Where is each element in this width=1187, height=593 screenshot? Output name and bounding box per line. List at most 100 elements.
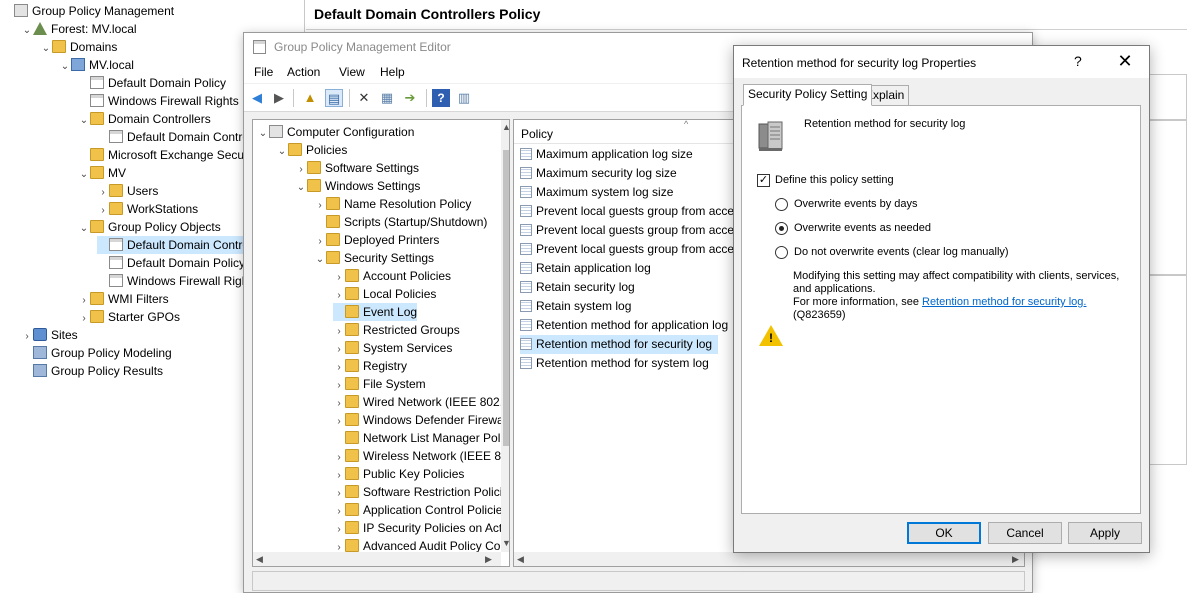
gpmc-tree-item[interactable]: ⌄ Domains	[40, 38, 117, 56]
gpmc-tree-item[interactable]: Group Policy Modeling	[21, 344, 172, 362]
policy-row[interactable]: Maximum system log size	[520, 183, 679, 202]
collapse-chevron-icon[interactable]: ⌄	[257, 125, 269, 143]
collapse-chevron-icon[interactable]: ⌄	[21, 22, 33, 40]
editor-tree-item[interactable]: › Name Resolution Policy	[314, 195, 471, 213]
define-policy-checkbox[interactable]: ✓	[757, 174, 770, 187]
do-not-overwrite-radio[interactable]	[775, 246, 788, 259]
scroll-right-icon[interactable]: ▶	[1012, 554, 1019, 565]
editor-tree-item[interactable]: Network List Manager Policies	[333, 429, 509, 447]
collapse-chevron-icon[interactable]: ⌄	[78, 166, 90, 184]
editor-tree-item[interactable]: › System Services	[333, 339, 452, 357]
policy-horizontal-scrollbar[interactable]: ◀ ▶	[514, 552, 1024, 566]
gpmc-tree-item[interactable]: › WorkStations	[97, 200, 198, 218]
editor-tree-item[interactable]: › Public Key Policies	[333, 465, 464, 483]
editor-tree-item[interactable]: ›IP Security Policies on Active Director…	[333, 519, 509, 537]
editor-tree-item-label: Security Settings	[344, 251, 435, 265]
collapse-chevron-icon[interactable]: ⌄	[59, 58, 71, 76]
editor-tree-item[interactable]: › Local Policies	[333, 285, 436, 303]
collapse-chevron-icon[interactable]: ⌄	[40, 40, 52, 58]
scroll-up-icon[interactable]: ▲	[502, 122, 509, 132]
editor-tree-item[interactable]: ⌄ Policies	[276, 141, 347, 159]
gpmc-tree-item[interactable]: Windows Firewall Rights	[97, 272, 258, 290]
menu-action[interactable]: Action	[287, 65, 320, 79]
gpmc-tree-item[interactable]: ⌄ Domain Controllers	[78, 110, 211, 128]
gpmc-tree-item[interactable]: ⌄ Forest: MV.local	[21, 20, 137, 38]
editor-tree-item[interactable]: › Application Control Policies	[333, 501, 508, 519]
collapse-chevron-icon[interactable]: ⌄	[276, 143, 288, 161]
apply-button[interactable]: Apply	[1068, 522, 1142, 544]
gpmc-tree-item[interactable]: Default Domain Policy	[97, 254, 245, 272]
collapse-chevron-icon[interactable]: ⌄	[78, 112, 90, 130]
gpmc-tree-item[interactable]: › Starter GPOs	[78, 308, 180, 326]
scroll-down-icon[interactable]: ▼	[502, 538, 509, 548]
policy-row[interactable]: Maximum security log size	[520, 164, 683, 183]
editor-tree-item[interactable]: ›Windows Defender Firewall with Advanced…	[333, 411, 509, 429]
tree-horizontal-scrollbar[interactable]: ◀ ▶	[253, 552, 501, 566]
editor-tree-item[interactable]: Event Log	[333, 303, 418, 321]
menu-file[interactable]: File	[254, 65, 273, 79]
back-arrow-icon[interactable]: ◀	[248, 89, 266, 107]
gpmc-tree-item[interactable]: Group Policy Results	[21, 362, 163, 380]
editor-tree-item[interactable]: › Account Policies	[333, 267, 451, 285]
gpmc-tree-item[interactable]: › Users	[97, 182, 158, 200]
editor-tree-item[interactable]: › Deployed Printers	[314, 231, 439, 249]
scroll-left-icon[interactable]: ◀	[517, 554, 524, 565]
gpmc-tree-item[interactable]: ⌄ Group Policy Objects	[78, 218, 221, 236]
policy-row[interactable]: Maximum application log size	[520, 145, 699, 164]
gpmc-tree-item[interactable]: › Sites	[21, 326, 78, 344]
gpmc-tree-item[interactable]: Default Domain Policy	[78, 74, 226, 92]
delete-icon[interactable]: ✕	[355, 89, 373, 107]
ok-button[interactable]: OK	[907, 522, 981, 544]
editor-tree-item[interactable]: › File System	[333, 375, 426, 393]
expand-chevron-icon[interactable]: ›	[78, 310, 90, 328]
export-list-icon[interactable]: ➔	[401, 89, 419, 107]
warning-more-info: For more information, see Retention meth…	[793, 296, 1086, 308]
status-bar	[252, 571, 1025, 591]
editor-tree-item[interactable]: › Software Restriction Policies	[333, 483, 509, 501]
editor-tree-item[interactable]: › Restricted Groups	[333, 321, 460, 339]
gpmc-tree-item[interactable]: › WMI Filters	[78, 290, 169, 308]
policy-row[interactable]: Retain system log	[520, 297, 637, 316]
cancel-button[interactable]: Cancel	[988, 522, 1062, 544]
policy-row[interactable]: Retention method for system log	[520, 354, 715, 373]
menu-help[interactable]: Help	[380, 65, 405, 79]
tree-scroll-thumb[interactable]	[503, 150, 509, 446]
editor-tree-item[interactable]: ⌄ Computer Configuration	[257, 123, 414, 141]
editor-tree-item[interactable]: Scripts (Startup/Shutdown)	[314, 213, 487, 231]
scroll-left-icon[interactable]: ◀	[256, 554, 263, 565]
policy-row[interactable]: Retention method for security log	[520, 335, 719, 354]
menu-view[interactable]: View	[339, 65, 365, 79]
show-tree-icon[interactable]: ▤	[325, 89, 343, 107]
editor-tree-item[interactable]: ›Wireless Network (IEEE 802.11) Policies	[333, 447, 509, 465]
explain-link[interactable]: Retention method for security log.	[922, 296, 1086, 308]
collapse-chevron-icon[interactable]: ⌄	[314, 251, 326, 269]
editor-tree-item[interactable]: › Registry	[333, 357, 407, 375]
help-icon[interactable]: ?	[432, 89, 450, 107]
close-icon[interactable]: ✕	[1114, 51, 1136, 73]
gpmc-tree-item[interactable]: ⌄ MV	[78, 164, 126, 182]
editor-tree-item[interactable]: › Software Settings	[295, 159, 419, 177]
up-folder-icon[interactable]: ▲	[301, 89, 319, 107]
define-policy-label: Define this policy setting	[775, 174, 894, 186]
editor-tree-item[interactable]: ›Wired Network (IEEE 802.3) Policies	[333, 393, 509, 411]
collapse-chevron-icon[interactable]: ⌄	[78, 220, 90, 238]
gpmc-tree-item[interactable]: Windows Firewall Rights	[78, 92, 239, 110]
editor-tree-item[interactable]: ⌄ Security Settings	[314, 249, 434, 267]
gpmc-tree-item[interactable]: Group Policy Management	[2, 2, 174, 20]
help-icon[interactable]: ?	[1074, 53, 1088, 71]
policy-row[interactable]: Retain security log	[520, 278, 641, 297]
tab-security-policy-setting[interactable]: Security Policy Setting	[743, 84, 873, 106]
scroll-right-icon[interactable]: ▶	[485, 554, 492, 565]
overwrite-by-days-radio[interactable]	[775, 198, 788, 211]
policy-row[interactable]: Retention method for application log	[520, 316, 734, 335]
forward-arrow-icon[interactable]: ▶	[270, 89, 288, 107]
policy-row-label: Retention method for security log	[536, 337, 713, 351]
editor-tree-item[interactable]: ⌄ Windows Settings	[295, 177, 420, 195]
properties-icon[interactable]: ▦	[378, 89, 396, 107]
overwrite-by-days-label: Overwrite events by days	[794, 198, 918, 210]
gpmc-tree-item[interactable]: ⌄ MV.local	[59, 56, 134, 74]
policy-row[interactable]: Retain application log	[520, 259, 657, 278]
console-pane-icon[interactable]: ▥	[455, 89, 473, 107]
overwrite-as-needed-radio[interactable]	[775, 222, 788, 235]
collapse-chevron-icon[interactable]: ⌄	[295, 179, 307, 197]
